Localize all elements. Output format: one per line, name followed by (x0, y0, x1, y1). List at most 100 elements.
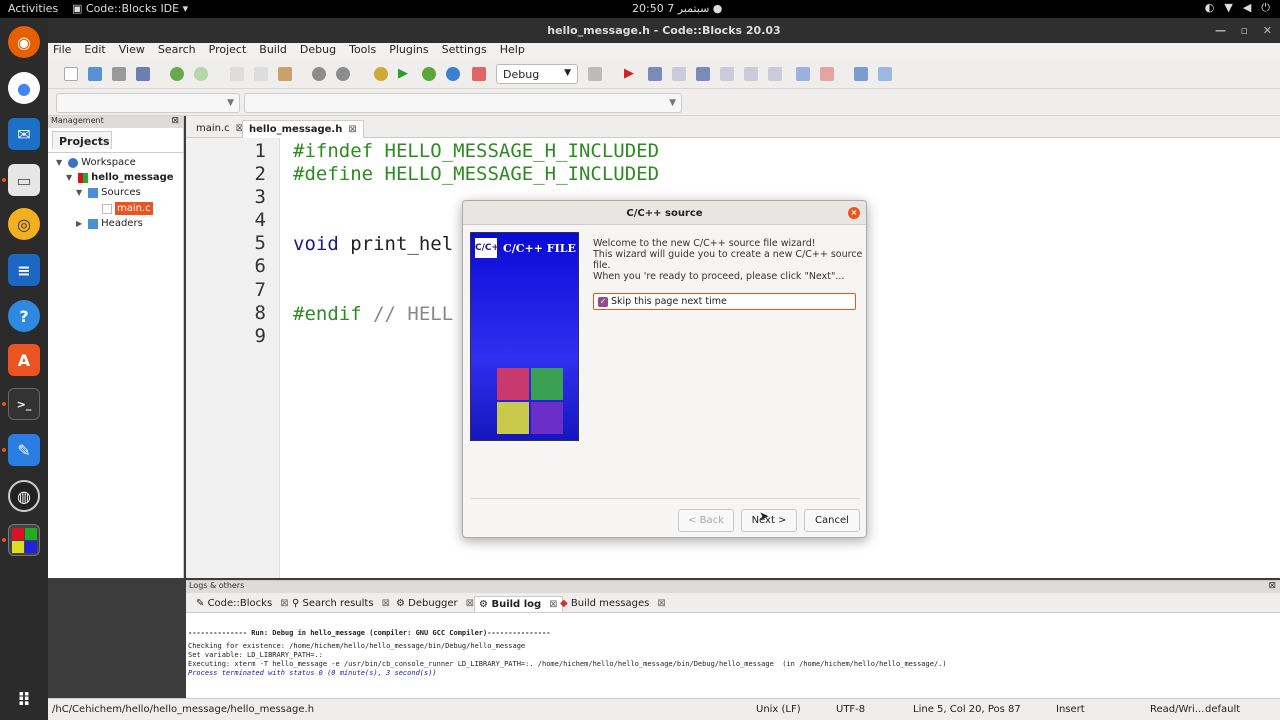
obs-icon[interactable]: ◍ (8, 480, 40, 512)
running-indicator (2, 178, 6, 182)
close-icon[interactable]: × (848, 207, 860, 219)
build-icon[interactable] (374, 67, 388, 81)
ubuntu-dock: ◉ ● ✉ ▭ ◎ ≡ ? A >_ ✎ ◍ ⠿ (0, 18, 48, 720)
run-icon[interactable]: ▶ (398, 67, 412, 81)
close-icon[interactable]: ⊠ (348, 124, 356, 135)
debug-start-icon[interactable]: ▶ (624, 67, 638, 81)
code-line-5[interactable]: void print_hel (293, 233, 453, 255)
expand-icon[interactable]: ▼ (66, 173, 72, 182)
tree-project[interactable]: ▼ hello_message (66, 172, 174, 183)
tab-build-log[interactable]: ⚙ Build log ⊠ (474, 596, 563, 612)
close-icon[interactable]: ⊠ (466, 598, 474, 609)
next-line-icon[interactable] (672, 67, 686, 81)
menu-settings[interactable]: Settings (442, 43, 487, 59)
project-icon (78, 172, 89, 183)
expand-icon[interactable]: ▼ (76, 188, 82, 197)
expand-icon[interactable]: ▶ (76, 219, 82, 228)
banner-title: C/C++ FILE (503, 242, 576, 255)
help-icon[interactable]: ? (8, 300, 40, 332)
scope-combo[interactable]: ▼ (56, 93, 240, 113)
tab-hello-message-h[interactable]: hello_message.h ⊠ (242, 120, 364, 138)
menu-view[interactable]: View (119, 43, 145, 59)
build-log-output[interactable]: -------------- Run: Debug in hello_messa… (188, 629, 947, 678)
stop-debugger-icon[interactable] (820, 67, 834, 81)
function-combo[interactable]: ▼ (244, 93, 682, 113)
next-instruction-icon[interactable] (744, 67, 758, 81)
target-options-icon[interactable] (588, 67, 602, 81)
restore-icon[interactable]: ▫ (1241, 24, 1248, 37)
text-editor-icon[interactable]: ✎ (8, 434, 40, 466)
code-line-8[interactable]: #endif // HELL (293, 303, 453, 325)
undo-icon[interactable] (170, 67, 184, 81)
save-icon[interactable] (112, 67, 126, 81)
tree-headers[interactable]: ▶ Headers (76, 218, 143, 229)
tree-file-main[interactable]: main.c (102, 202, 153, 215)
dialog-titlebar[interactable]: C/C++ source × (463, 201, 866, 225)
new-file-icon[interactable] (64, 67, 78, 81)
menu-build[interactable]: Build (259, 43, 287, 59)
menu-edit[interactable]: Edit (84, 43, 105, 59)
tab-build-messages[interactable]: ◆ Build messages ⊠ (556, 596, 670, 611)
thunderbird-icon[interactable]: ✉ (8, 118, 40, 150)
menu-project[interactable]: Project (209, 43, 247, 59)
pause-icon[interactable] (796, 67, 810, 81)
step-out-icon[interactable] (720, 67, 734, 81)
menu-debug[interactable]: Debug (300, 43, 336, 59)
replace-icon[interactable] (336, 67, 350, 81)
software-center-icon[interactable]: A (8, 344, 40, 376)
system-tray[interactable]: ◐ ▼ ◀ ⏻ (1205, 1, 1270, 15)
cancel-button[interactable]: Cancel (804, 509, 860, 532)
close-icon[interactable]: ⊠ (171, 116, 179, 126)
rhythmbox-icon[interactable]: ◎ (8, 208, 40, 240)
show-apps-icon[interactable]: ⠿ (8, 684, 40, 716)
cut-icon[interactable] (230, 67, 244, 81)
menu-search[interactable]: Search (158, 43, 196, 59)
close-window-icon[interactable]: ✕ (1263, 24, 1272, 37)
close-icon[interactable]: ⊠ (382, 598, 390, 609)
expand-icon[interactable]: ▼ (56, 158, 62, 167)
step-into-instruction-icon[interactable] (768, 67, 782, 81)
tab-codeblocks-log[interactable]: ✎ Code::Blocks ⊠ (192, 596, 293, 611)
window-titlebar[interactable]: hello_message.h - Code::Blocks 20.03 — ▫… (48, 18, 1280, 43)
debug-info-icon[interactable] (878, 67, 892, 81)
files-icon[interactable]: ▭ (8, 164, 40, 196)
back-button[interactable]: < Back (678, 509, 734, 532)
tree-workspace[interactable]: ▼ Workspace (56, 157, 136, 168)
save-all-icon[interactable] (136, 67, 150, 81)
redo-icon[interactable] (194, 67, 208, 81)
tab-debugger[interactable]: ⚙ Debugger ⊠ (392, 596, 478, 611)
menu-file[interactable]: File (53, 43, 71, 59)
clock[interactable]: 20:50 سبتمبر 7 ● (632, 2, 722, 15)
build-and-run-icon[interactable] (422, 67, 436, 81)
copy-icon[interactable] (254, 67, 268, 81)
gear-icon: ⚙ (396, 598, 405, 609)
activities-button[interactable]: Activities (8, 2, 58, 15)
firefox-icon[interactable]: ◉ (8, 26, 40, 58)
codeblocks-icon[interactable] (8, 524, 40, 556)
menu-plugins[interactable]: Plugins (389, 43, 428, 59)
step-into-icon[interactable] (696, 67, 710, 81)
close-icon[interactable]: ⊠ (657, 598, 665, 609)
rebuild-icon[interactable] (446, 67, 460, 81)
run-to-cursor-icon[interactable] (648, 67, 662, 81)
find-icon[interactable] (312, 67, 326, 81)
tab-search-results[interactable]: ⚲ Search results ⊠ (288, 596, 394, 611)
chrome-icon[interactable]: ● (8, 72, 40, 104)
code-line-2[interactable]: #define HELLO_MESSAGE_H_INCLUDED (293, 163, 659, 185)
skip-page-checkbox[interactable]: ✓ Skip this page next time (593, 293, 856, 310)
code-line-1[interactable]: #ifndef HELLO_MESSAGE_H_INCLUDED (293, 140, 659, 162)
menu-tools[interactable]: Tools (349, 43, 376, 59)
paste-icon[interactable] (278, 67, 292, 81)
debug-windows-icon[interactable] (854, 67, 868, 81)
app-menu[interactable]: ▣ Code::Blocks IDE ▾ (72, 2, 188, 15)
minimize-icon[interactable]: — (1215, 24, 1226, 37)
close-icon[interactable]: ⊠ (1268, 581, 1276, 591)
tab-projects[interactable]: Projects (52, 131, 112, 149)
writer-icon[interactable]: ≡ (8, 254, 40, 286)
open-icon[interactable] (88, 67, 102, 81)
terminal-icon[interactable]: >_ (8, 388, 40, 420)
build-target-select[interactable]: Debug ▼ (496, 64, 578, 84)
abort-icon[interactable] (472, 67, 486, 81)
menu-help[interactable]: Help (500, 43, 525, 59)
tree-sources[interactable]: ▼ Sources (76, 187, 141, 198)
